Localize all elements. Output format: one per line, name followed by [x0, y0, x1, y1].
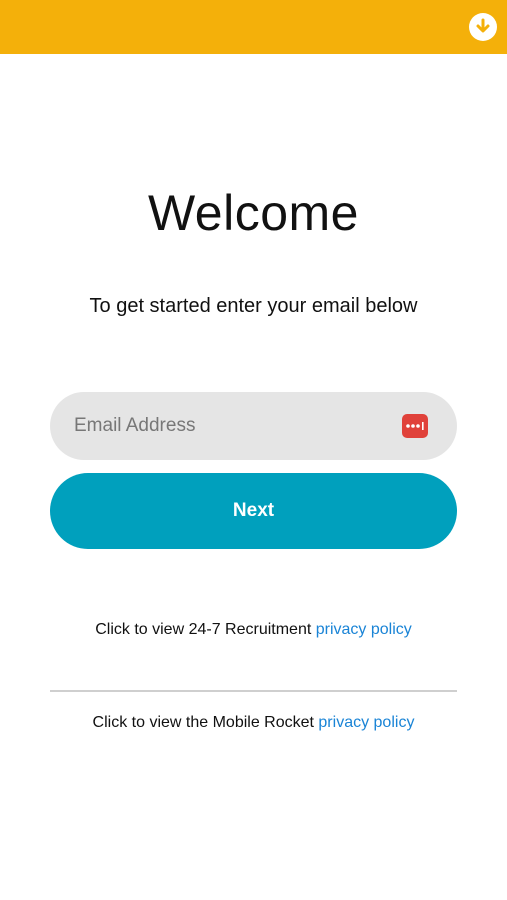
- page-subtitle: To get started enter your email below: [89, 295, 418, 317]
- email-field-container: [50, 392, 457, 460]
- mobile-rocket-policy-line: Click to view the Mobile Rocket privacy …: [0, 714, 507, 732]
- email-field[interactable]: [50, 392, 457, 460]
- recruitment-policy-line: Click to view 24-7 Recruitment privacy p…: [0, 621, 507, 639]
- password-key-icon[interactable]: [402, 414, 428, 438]
- login-page: Welcome To get started enter your email …: [0, 0, 507, 900]
- next-button[interactable]: Next: [50, 473, 457, 549]
- top-bar: [0, 0, 507, 54]
- mobile-rocket-privacy-policy-link[interactable]: privacy policy: [318, 714, 414, 731]
- recruitment-policy-text: Click to view 24-7 Recruitment: [95, 621, 316, 638]
- mobile-rocket-policy-text: Click to view the Mobile Rocket: [92, 714, 319, 731]
- password-dots-icon: [406, 422, 424, 430]
- divider: [50, 690, 457, 692]
- recruitment-privacy-policy-link[interactable]: privacy policy: [316, 621, 412, 638]
- arrow-down-circle-icon: [476, 18, 490, 33]
- page-title: Welcome: [148, 185, 359, 241]
- download-button[interactable]: [469, 13, 497, 41]
